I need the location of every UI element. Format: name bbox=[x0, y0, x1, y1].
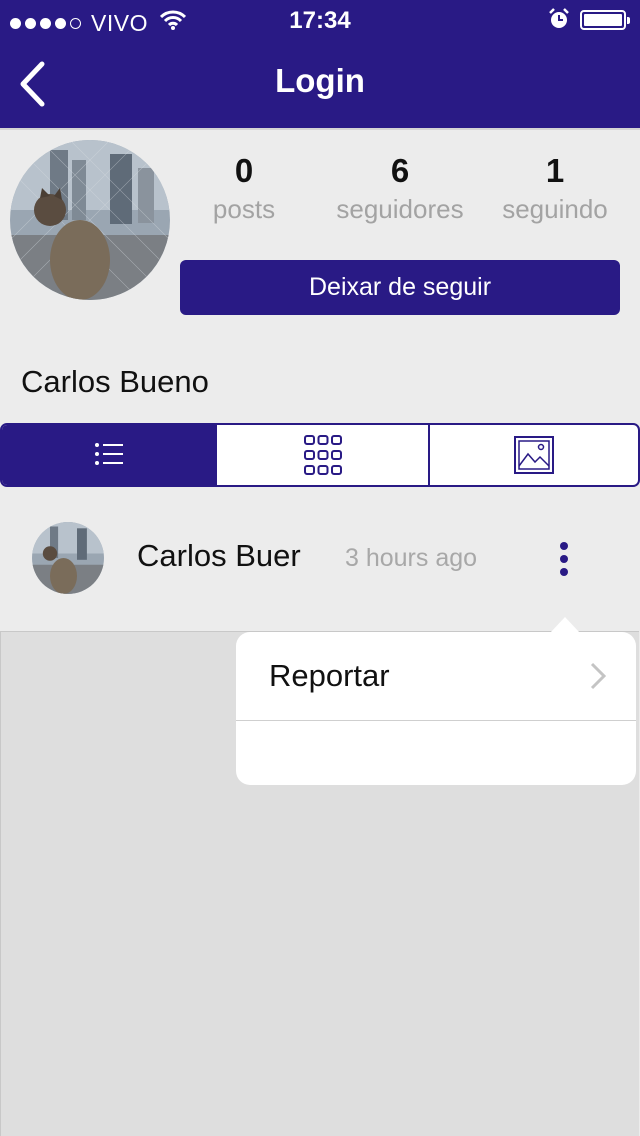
post-author-name[interactable]: Carlos Buer bbox=[137, 538, 301, 574]
popover-arrow bbox=[550, 617, 580, 633]
unfollow-button[interactable]: Deixar de seguir bbox=[180, 260, 620, 315]
popover-divider bbox=[236, 720, 636, 721]
tab-grid-view[interactable] bbox=[215, 425, 430, 485]
navigation-bar: Login bbox=[0, 40, 640, 128]
report-label: Reportar bbox=[269, 658, 390, 693]
stat-value: 1 bbox=[545, 152, 565, 189]
more-vertical-icon-dot bbox=[560, 555, 568, 563]
chevron-right-icon bbox=[590, 662, 606, 690]
post-author-avatar[interactable] bbox=[32, 522, 104, 594]
battery-tip bbox=[627, 17, 630, 24]
tab-image-view[interactable] bbox=[430, 425, 638, 485]
more-options-button[interactable] bbox=[550, 538, 578, 580]
more-vertical-icon-dot bbox=[560, 568, 568, 576]
options-popover: Reportar bbox=[236, 632, 636, 785]
stat-label: posts bbox=[212, 194, 276, 224]
grid-icon bbox=[303, 435, 342, 475]
stat-following[interactable]: 1 seguindo bbox=[480, 152, 630, 225]
battery-icon bbox=[580, 10, 630, 30]
stat-label: seguidores bbox=[336, 194, 464, 224]
alarm-clock-icon bbox=[548, 8, 570, 37]
stat-followers[interactable]: 6 seguidores bbox=[325, 152, 475, 225]
stat-posts[interactable]: 0 posts bbox=[169, 152, 319, 225]
stat-value: 0 bbox=[234, 152, 254, 189]
profile-name: Carlos Bueno bbox=[21, 364, 209, 399]
status-time: 17:34 bbox=[289, 7, 351, 34]
battery-fill bbox=[584, 14, 622, 26]
report-menu-item[interactable]: Reportar bbox=[236, 632, 636, 720]
nav-divider bbox=[0, 128, 640, 130]
profile-avatar[interactable] bbox=[10, 140, 170, 300]
status-bar: VIVO 17:34 bbox=[0, 0, 640, 40]
more-vertical-icon bbox=[560, 542, 568, 550]
stat-value: 6 bbox=[390, 152, 410, 189]
stat-label: seguindo bbox=[502, 194, 608, 224]
page-title: Login bbox=[275, 62, 365, 99]
post-timestamp: 3 hours ago bbox=[345, 544, 478, 572]
list-icon bbox=[94, 443, 123, 465]
view-mode-tabs bbox=[0, 423, 640, 487]
tab-list-view[interactable] bbox=[2, 425, 215, 485]
image-icon bbox=[514, 436, 554, 474]
